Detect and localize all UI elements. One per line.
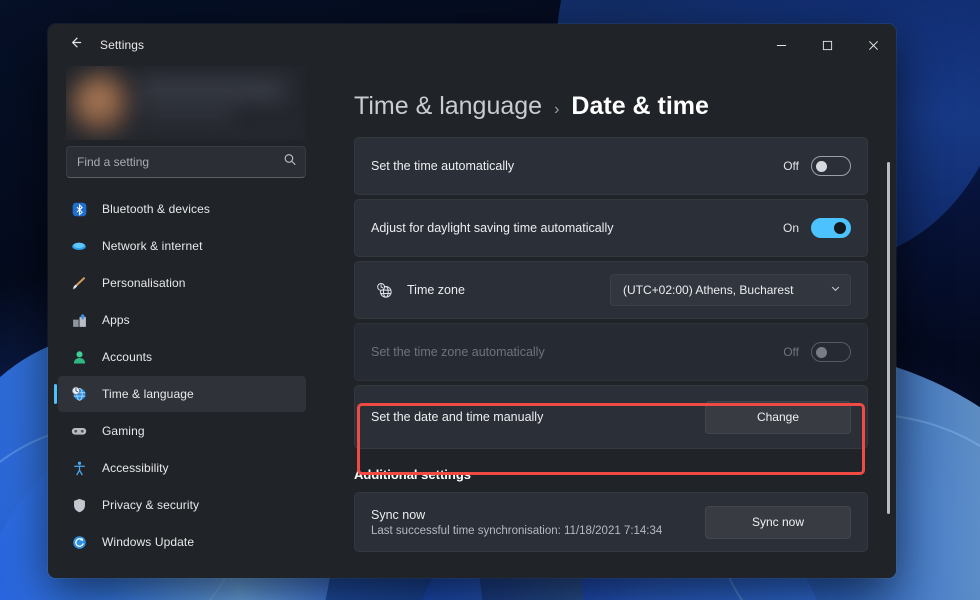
window-controls (758, 24, 896, 66)
sidebar-item-privacy-security[interactable]: Privacy & security (58, 487, 306, 523)
row-daylight-saving[interactable]: Adjust for daylight saving time automati… (354, 199, 868, 257)
accessibility-icon (68, 457, 90, 479)
sidebar-item-gaming[interactable]: Gaming (58, 413, 306, 449)
toggle-state-text: Off (783, 159, 799, 173)
sidebar-item-label: Personalisation (102, 276, 186, 290)
breadcrumb-parent[interactable]: Time & language (354, 92, 542, 121)
network-icon (68, 235, 90, 257)
blur-patch (136, 106, 236, 118)
avatar (70, 72, 132, 134)
breadcrumb: Time & language › Date & time (354, 92, 868, 121)
row-sync-now[interactable]: Sync now Last successful time synchronis… (354, 492, 868, 552)
settings-window: Settings Find a setting Bluetooth & devi… (48, 24, 896, 578)
row-set-date-time-manually[interactable]: Set the date and time manually Change (354, 385, 868, 449)
search-input[interactable] (66, 146, 306, 178)
time-zone-value: (UTC+02:00) Athens, Bucharest (623, 283, 794, 297)
sync-now-button[interactable]: Sync now (705, 505, 851, 539)
maximize-button[interactable] (804, 24, 850, 66)
back-button[interactable] (58, 30, 92, 60)
sidebar-item-label: Privacy & security (102, 498, 200, 512)
user-profile-blurred[interactable] (66, 66, 306, 140)
blur-patch (136, 82, 286, 98)
window-body: Bluetooth & devices Network & internet (48, 66, 896, 578)
daylight-saving-toggle[interactable] (811, 218, 851, 238)
window-title-bar: Settings (48, 24, 896, 66)
sidebar-item-label: Bluetooth & devices (102, 202, 210, 216)
main-content: Time & language › Date & time Set the ti… (320, 66, 896, 578)
breadcrumb-separator: › (554, 101, 560, 118)
sidebar-item-accounts[interactable]: Accounts (58, 339, 306, 375)
sidebar: Bluetooth & devices Network & internet (48, 66, 320, 578)
sidebar-item-label: Network & internet (102, 239, 203, 253)
sidebar-item-apps[interactable]: Apps (58, 302, 306, 338)
row-label: Time zone (407, 283, 465, 297)
sidebar-item-label: Accounts (102, 350, 153, 364)
update-icon (68, 531, 90, 553)
sidebar-item-label: Accessibility (102, 461, 169, 475)
sidebar-nav-list: Bluetooth & devices Network & internet P… (48, 188, 320, 578)
chevron-down-icon (830, 281, 841, 299)
clock-globe-icon (371, 281, 397, 300)
sidebar-item-label: Time & language (102, 387, 194, 401)
sidebar-item-windows-update[interactable]: Windows Update (58, 524, 306, 560)
time-zone-dropdown[interactable]: (UTC+02:00) Athens, Bucharest (610, 274, 851, 306)
clock-globe-icon (68, 383, 90, 405)
toggle-state-text: On (782, 221, 799, 235)
sidebar-item-time-language[interactable]: Time & language (54, 376, 306, 412)
sidebar-item-network-internet[interactable]: Network & internet (58, 228, 306, 264)
change-button[interactable]: Change (705, 400, 851, 434)
apps-icon (68, 309, 90, 331)
row-set-time-automatically[interactable]: Set the time automatically Off (354, 137, 868, 195)
row-set-time-zone-automatically: Set the time zone automatically Off (354, 323, 868, 381)
vertical-scrollbar[interactable] (887, 162, 890, 514)
sidebar-item-label: Gaming (102, 424, 145, 438)
brush-icon (68, 272, 90, 294)
sidebar-item-accessibility[interactable]: Accessibility (58, 450, 306, 486)
shield-icon (68, 494, 90, 516)
sync-now-title: Sync now (371, 507, 426, 522)
row-time-zone[interactable]: Time zone (UTC+02:00) Athens, Bucharest (354, 261, 868, 319)
window-title: Settings (100, 38, 145, 52)
set-time-automatically-toggle[interactable] (811, 156, 851, 176)
page-title: Date & time (571, 92, 709, 120)
sync-now-subtitle: Last successful time synchronisation: 11… (371, 524, 663, 537)
sidebar-item-bluetooth-devices[interactable]: Bluetooth & devices (58, 191, 306, 227)
gamepad-icon (68, 420, 90, 442)
back-arrow-icon (68, 35, 83, 55)
row-label: Adjust for daylight saving time automati… (371, 221, 614, 235)
row-label: Set the date and time manually (371, 410, 544, 424)
sidebar-item-label: Apps (102, 313, 130, 327)
bluetooth-icon (68, 198, 90, 220)
account-icon (68, 346, 90, 368)
close-button[interactable] (850, 24, 896, 66)
row-label: Set the time zone automatically (371, 345, 545, 359)
sidebar-item-personalisation[interactable]: Personalisation (58, 265, 306, 301)
sidebar-item-label: Windows Update (102, 535, 195, 549)
additional-settings-heading: Additional settings (354, 467, 471, 482)
minimize-button[interactable] (758, 24, 804, 66)
row-label: Set the time automatically (371, 159, 515, 173)
search-container (66, 146, 306, 178)
set-time-zone-automatically-toggle (811, 342, 851, 362)
toggle-state-text: Off (783, 345, 799, 359)
